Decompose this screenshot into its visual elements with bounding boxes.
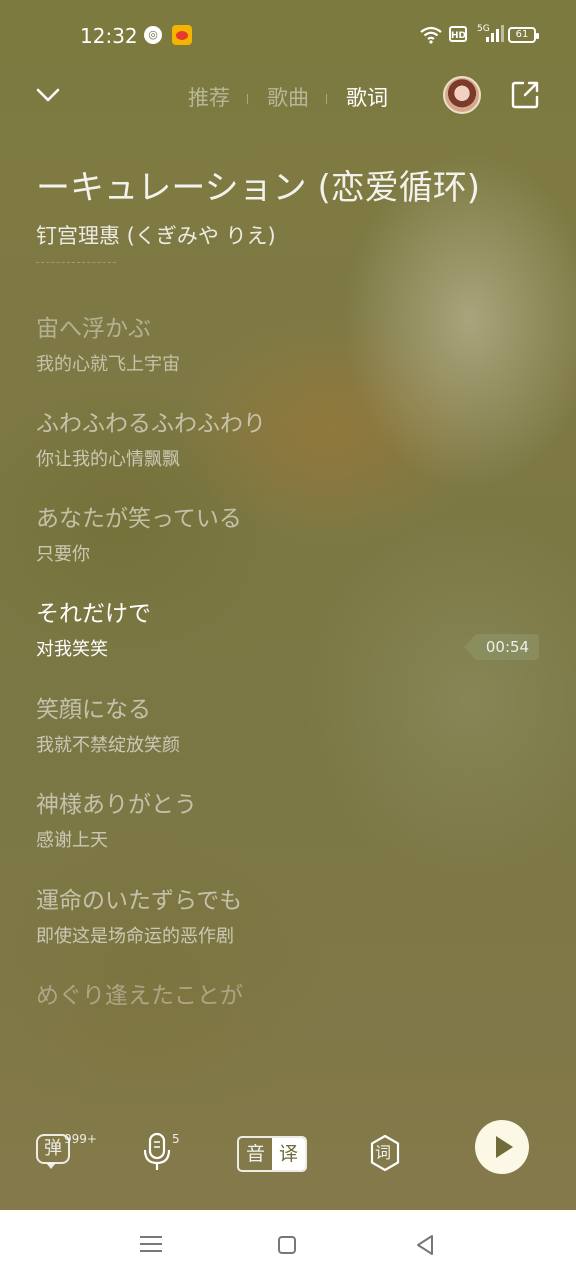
play-button[interactable]	[475, 1120, 529, 1174]
lyric-original: あなたが笑っている	[36, 506, 242, 532]
lyric-line[interactable]: ふわふわるふわふわり 你让我的心情飘飘	[36, 409, 266, 473]
battery-icon: 61	[508, 27, 539, 43]
status-bar: 12:32 ◎ HD 5G 61	[0, 0, 576, 72]
lyric-original: 運命のいたずらでも	[36, 888, 243, 914]
lyric-translation: 你让我的心情飘飘	[36, 449, 180, 470]
tab-songs[interactable]: 歌曲	[267, 82, 309, 112]
tab-divider	[326, 94, 327, 104]
top-nav: 推荐 歌曲 歌词	[0, 72, 576, 120]
lyric-line-current[interactable]: それだけで 对我笑笑	[36, 599, 151, 663]
danmu-count-badge: 999+	[64, 1132, 97, 1146]
lyric-original: めぐり逢えたことが	[36, 983, 243, 1009]
network-label: 5G	[477, 24, 490, 34]
share-icon[interactable]	[510, 80, 540, 110]
lyric-line[interactable]: 宙へ浮かぶ 我的心就飞上宇宙	[36, 314, 180, 378]
artist-name[interactable]: 钉宫理惠 (くぎみや りえ)	[36, 220, 276, 250]
hd-icon: HD	[449, 26, 467, 42]
status-time: 12:32	[80, 24, 138, 48]
lyric-translation: 感谢上天	[36, 830, 108, 851]
tab-lyrics[interactable]: 歌词	[346, 82, 388, 112]
lyric-translation: 对我笑笑	[36, 639, 108, 660]
lyrics-icon-label: 词	[375, 1143, 392, 1162]
lyric-translation: 我的心就飞上宇宙	[36, 354, 180, 375]
lyric-translation: 只要你	[36, 544, 90, 565]
lyric-translation: 即使这是场命运的恶作剧	[36, 926, 234, 947]
lyric-original: ふわふわるふわふわり	[36, 411, 266, 437]
lyric-original: 笑顔になる	[36, 697, 151, 723]
lyric-original: 神様ありがとう	[36, 792, 197, 818]
toggle-original-label[interactable]: 音	[239, 1138, 272, 1170]
translation-toggle[interactable]: 音 译	[237, 1136, 307, 1172]
lyric-line[interactable]: あなたが笑っている 只要你	[36, 504, 242, 568]
lyric-line[interactable]: 笑顔になる 我就不禁绽放笑颜	[36, 695, 180, 759]
sing-count-badge: 5	[172, 1132, 180, 1146]
lyric-original: 宙へ浮かぶ	[36, 316, 151, 342]
avatar[interactable]	[443, 76, 481, 114]
lyrics-screen: 12:32 ◎ HD 5G 61 推荐 歌曲 歌词 ーキュレーション (恋爱循环…	[0, 0, 576, 1210]
chevron-down-icon[interactable]	[36, 88, 60, 102]
seek-time-badge[interactable]: 00:54	[464, 634, 539, 660]
tab-recommend[interactable]: 推荐	[188, 82, 230, 112]
toggle-translation-label[interactable]: 译	[272, 1138, 305, 1170]
tab-divider	[247, 94, 248, 104]
menu-icon[interactable]	[140, 1234, 162, 1254]
song-title: ーキュレーション (恋爱循环)	[36, 168, 480, 208]
lyric-line[interactable]: めぐり逢えたことが	[36, 981, 243, 1011]
back-icon[interactable]	[415, 1234, 435, 1256]
mic-icon[interactable]	[142, 1132, 172, 1172]
app-notification-icon: ◎	[144, 26, 162, 44]
lyric-line[interactable]: 運命のいたずらでも 即使这是场命运的恶作剧	[36, 886, 242, 950]
lyric-translation: 我就不禁绽放笑颜	[36, 735, 180, 756]
lyrics-icon[interactable]: 词	[368, 1134, 402, 1172]
lyric-line[interactable]: 神様ありがとう 感谢上天	[36, 790, 197, 854]
scrolled-lyric-remnant	[36, 262, 116, 271]
lyric-original: それだけで	[36, 601, 151, 627]
home-icon[interactable]	[278, 1236, 296, 1254]
system-nav-bar	[0, 1210, 576, 1280]
weibo-icon	[172, 25, 192, 45]
wifi-icon	[420, 26, 442, 44]
